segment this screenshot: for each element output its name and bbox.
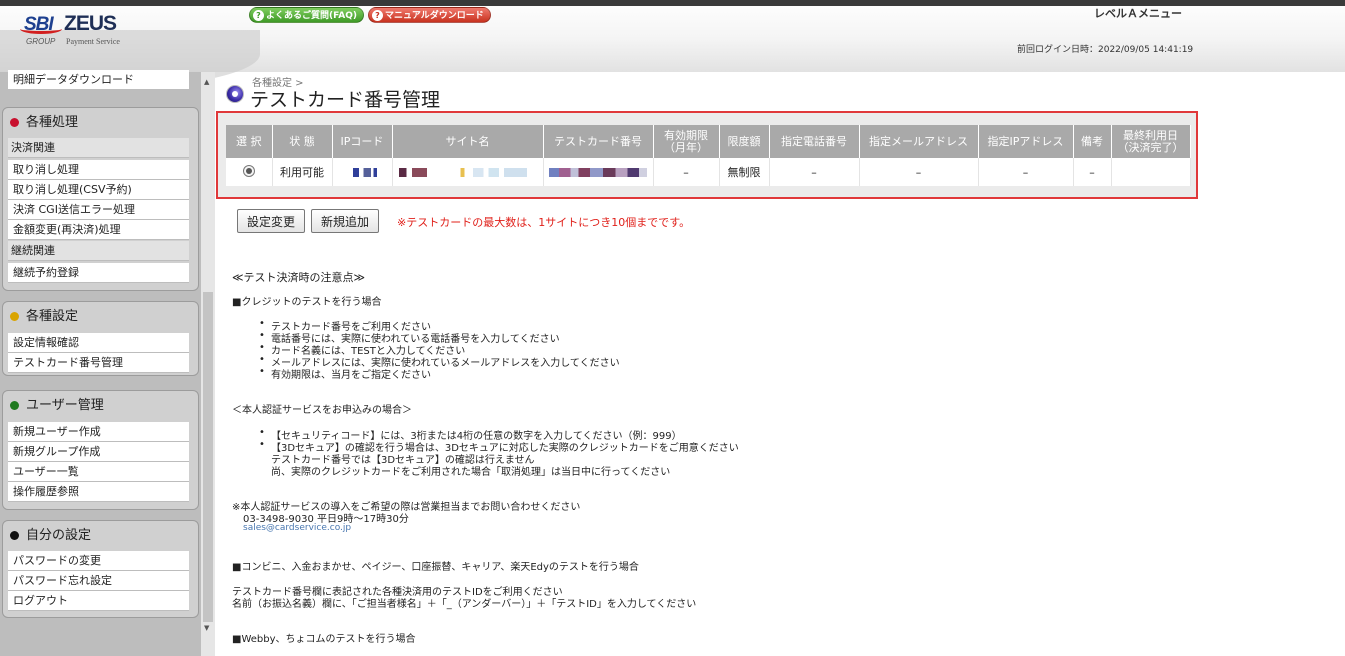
cell-expiry: –: [653, 158, 720, 186]
zeus-logo[interactable]: SBI ZEUS GROUP Payment Service: [20, 10, 140, 46]
sidebar-item-statement-download[interactable]: 明細データダウンロード: [8, 70, 189, 90]
convenience-line: 名前（お振込名義）欄に、「ご担当者様名」＋「_（アンダーバー）」＋「テストID」…: [232, 599, 697, 610]
sidebar-item-settings-info[interactable]: 設定情報確認: [8, 333, 189, 353]
action-bar: 設定変更 新規追加 ※テストカードの最大数は、1サイトにつき10個までです。: [226, 202, 1191, 240]
logo-payment-service: Payment Service: [66, 37, 120, 46]
sidebar-item-operation-history[interactable]: 操作履歴参照: [8, 482, 189, 502]
col-limit: 限度額: [719, 125, 770, 158]
add-new-button[interactable]: 新規追加: [311, 209, 379, 233]
sidebar-section-my-settings: 自分の設定: [8, 522, 189, 550]
cell-site-name: [392, 158, 544, 186]
cell-email: –: [859, 158, 979, 186]
cell-limit: 無制限: [719, 158, 770, 186]
sidebar-section-title: 自分の設定: [26, 528, 92, 543]
convenience-test-title: ■コンビニ、入金おまかせ、ペイジー、口座振替、キャリア、楽天Edyのテストを行う…: [232, 562, 639, 573]
sidebar-section-title: ユーザー管理: [26, 398, 104, 413]
auth-sub-line: 尚、実際のクレジットカードをご利用された場合「取消処理」は当日中に行ってください: [271, 467, 671, 478]
test-notes-panel: ≪テスト決済時の注意点≫ ■クレジットのテストを行う場合 テストカード番号をご利…: [226, 263, 783, 656]
col-expiry: 有効期限 （月年）: [653, 125, 720, 158]
cell-last-used: [1111, 158, 1191, 186]
sidebar-section-settings: 各種設定: [8, 303, 189, 331]
change-settings-button[interactable]: 設定変更: [237, 209, 305, 233]
cell-phone: –: [769, 158, 860, 186]
auth-service-title: ＜本人認証サービスをお申込みの場合＞: [232, 405, 412, 416]
cell-ip-code: [332, 158, 393, 186]
sidebar-scrollbar[interactable]: ▲ ▼: [201, 72, 215, 656]
select-radio[interactable]: [242, 164, 255, 177]
question-icon: ?: [253, 10, 264, 21]
scrollbar-thumb[interactable]: [203, 292, 213, 622]
green-dot-icon: [10, 401, 19, 410]
col-phone: 指定電話番号: [769, 125, 860, 158]
sidebar-item-cancel[interactable]: 取り消し処理: [8, 160, 189, 180]
redacted-site-name: [398, 168, 527, 177]
table-row: 利用可能 – 無制限 – – – –: [226, 158, 1191, 186]
redacted-card-number: [549, 168, 647, 177]
faq-button[interactable]: ? よくあるご質問(FAQ): [249, 7, 364, 23]
col-ip-code: IPコード: [332, 125, 393, 158]
contact-email-link[interactable]: sales@cardservice.co.jp: [243, 523, 351, 533]
black-dot-icon: [10, 531, 19, 540]
cell-memo: –: [1073, 158, 1112, 186]
sidebar-section-title: 各種処理: [26, 115, 79, 130]
faq-button-label: よくあるご質問(FAQ): [266, 11, 357, 21]
credit-test-title: ■クレジットのテストを行う場合: [232, 297, 382, 308]
sidebar-section-title: 各種設定: [26, 309, 79, 324]
sidebar-item-cancel-csv[interactable]: 取り消し処理(CSV予約): [8, 180, 189, 200]
col-test-card-number: テストカード番号: [543, 125, 654, 158]
cell-select: [226, 158, 273, 186]
sidebar-item-password-forgot[interactable]: パスワード忘れ設定: [8, 571, 189, 591]
sidebar-item-new-user[interactable]: 新規ユーザー作成: [8, 422, 189, 442]
header: SBI ZEUS GROUP Payment Service ? よくあるご質問(…: [0, 0, 1345, 90]
logo-zeus: ZEUS: [64, 12, 117, 35]
page-title-icon: [226, 85, 244, 103]
cell-status: 利用可能: [272, 158, 333, 186]
cell-test-card-number: [543, 158, 654, 186]
col-status: 状 態: [272, 125, 333, 158]
sidebar-item-password-change[interactable]: パスワードの変更: [8, 551, 189, 571]
sidebar-item-new-group[interactable]: 新規グループ作成: [8, 442, 189, 462]
sidebar-item-logout[interactable]: ログアウト: [8, 591, 189, 611]
sidebar-item-amount-change[interactable]: 金額変更(再決済)処理: [8, 220, 189, 240]
yellow-dot-icon: [10, 312, 19, 321]
cell-ip-address: –: [978, 158, 1074, 186]
manual-download-label: マニュアルダウンロード: [385, 11, 484, 21]
list-item: 有効期限は、当月をご指定ください: [259, 366, 431, 381]
sidebar-group-continuous: 継続関連: [8, 241, 189, 261]
scroll-up-icon[interactable]: ▲: [204, 78, 209, 86]
sidebar-group-payment: 決済関連: [8, 138, 189, 158]
manual-download-button[interactable]: ? マニュアルダウンロード: [368, 7, 491, 23]
logo-swoosh: [20, 24, 62, 34]
sidebar-item-cgi-error[interactable]: 決済 CGI送信エラー処理: [8, 200, 189, 220]
test-card-table-panel: 選 択 状 態 IPコード サイト名 テストカード番号 有効期限 （月年） 限度…: [216, 111, 1198, 199]
logo-group: GROUP: [26, 37, 56, 46]
col-site-name: サイト名: [392, 125, 544, 158]
test-card-table: 選 択 状 態 IPコード サイト名 テストカード番号 有効期限 （月年） 限度…: [226, 125, 1191, 186]
level-menu-label: レベルＡメニュー: [1094, 7, 1182, 20]
last-login-time: 前回ログイン日時：2022/09/05 14:41:19: [1017, 45, 1194, 55]
col-email: 指定メールアドレス: [859, 125, 979, 158]
col-last-used: 最終利用日 （決済完了）: [1111, 125, 1191, 158]
redacted-ip-code: [347, 168, 377, 177]
sidebar: 明細データダウンロード 各種処理 決済関連 取り消し処理 取り消し処理(CSV予…: [0, 70, 215, 656]
col-ip-address: 指定IPアドレス: [978, 125, 1074, 158]
webby-test-title: ■Webby、ちょコムのテストを行う場合: [232, 634, 416, 645]
sidebar-item-continuous-reserve[interactable]: 継続予約登録: [8, 263, 189, 283]
question-icon: ?: [372, 10, 383, 21]
sidebar-item-test-card[interactable]: テストカード番号管理: [8, 353, 189, 373]
app-root: SBI ZEUS GROUP Payment Service ? よくあるご質問(…: [0, 0, 1345, 656]
page-title: テストカード番号管理: [250, 89, 441, 111]
col-select: 選 択: [226, 125, 273, 158]
max-cards-note: ※テストカードの最大数は、1サイトにつき10個までです。: [397, 216, 691, 229]
table-header-row: 選 択 状 態 IPコード サイト名 テストカード番号 有効期限 （月年） 限度…: [226, 125, 1191, 158]
red-dot-icon: [10, 118, 19, 127]
sidebar-section-user-management: ユーザー管理: [8, 392, 189, 420]
scroll-down-icon[interactable]: ▼: [204, 624, 209, 632]
sidebar-item-user-list[interactable]: ユーザー一覧: [8, 462, 189, 482]
notes-heading: ≪テスト決済時の注意点≫: [232, 271, 366, 284]
sidebar-section-processing: 各種処理: [8, 109, 189, 137]
col-memo: 備考: [1073, 125, 1112, 158]
